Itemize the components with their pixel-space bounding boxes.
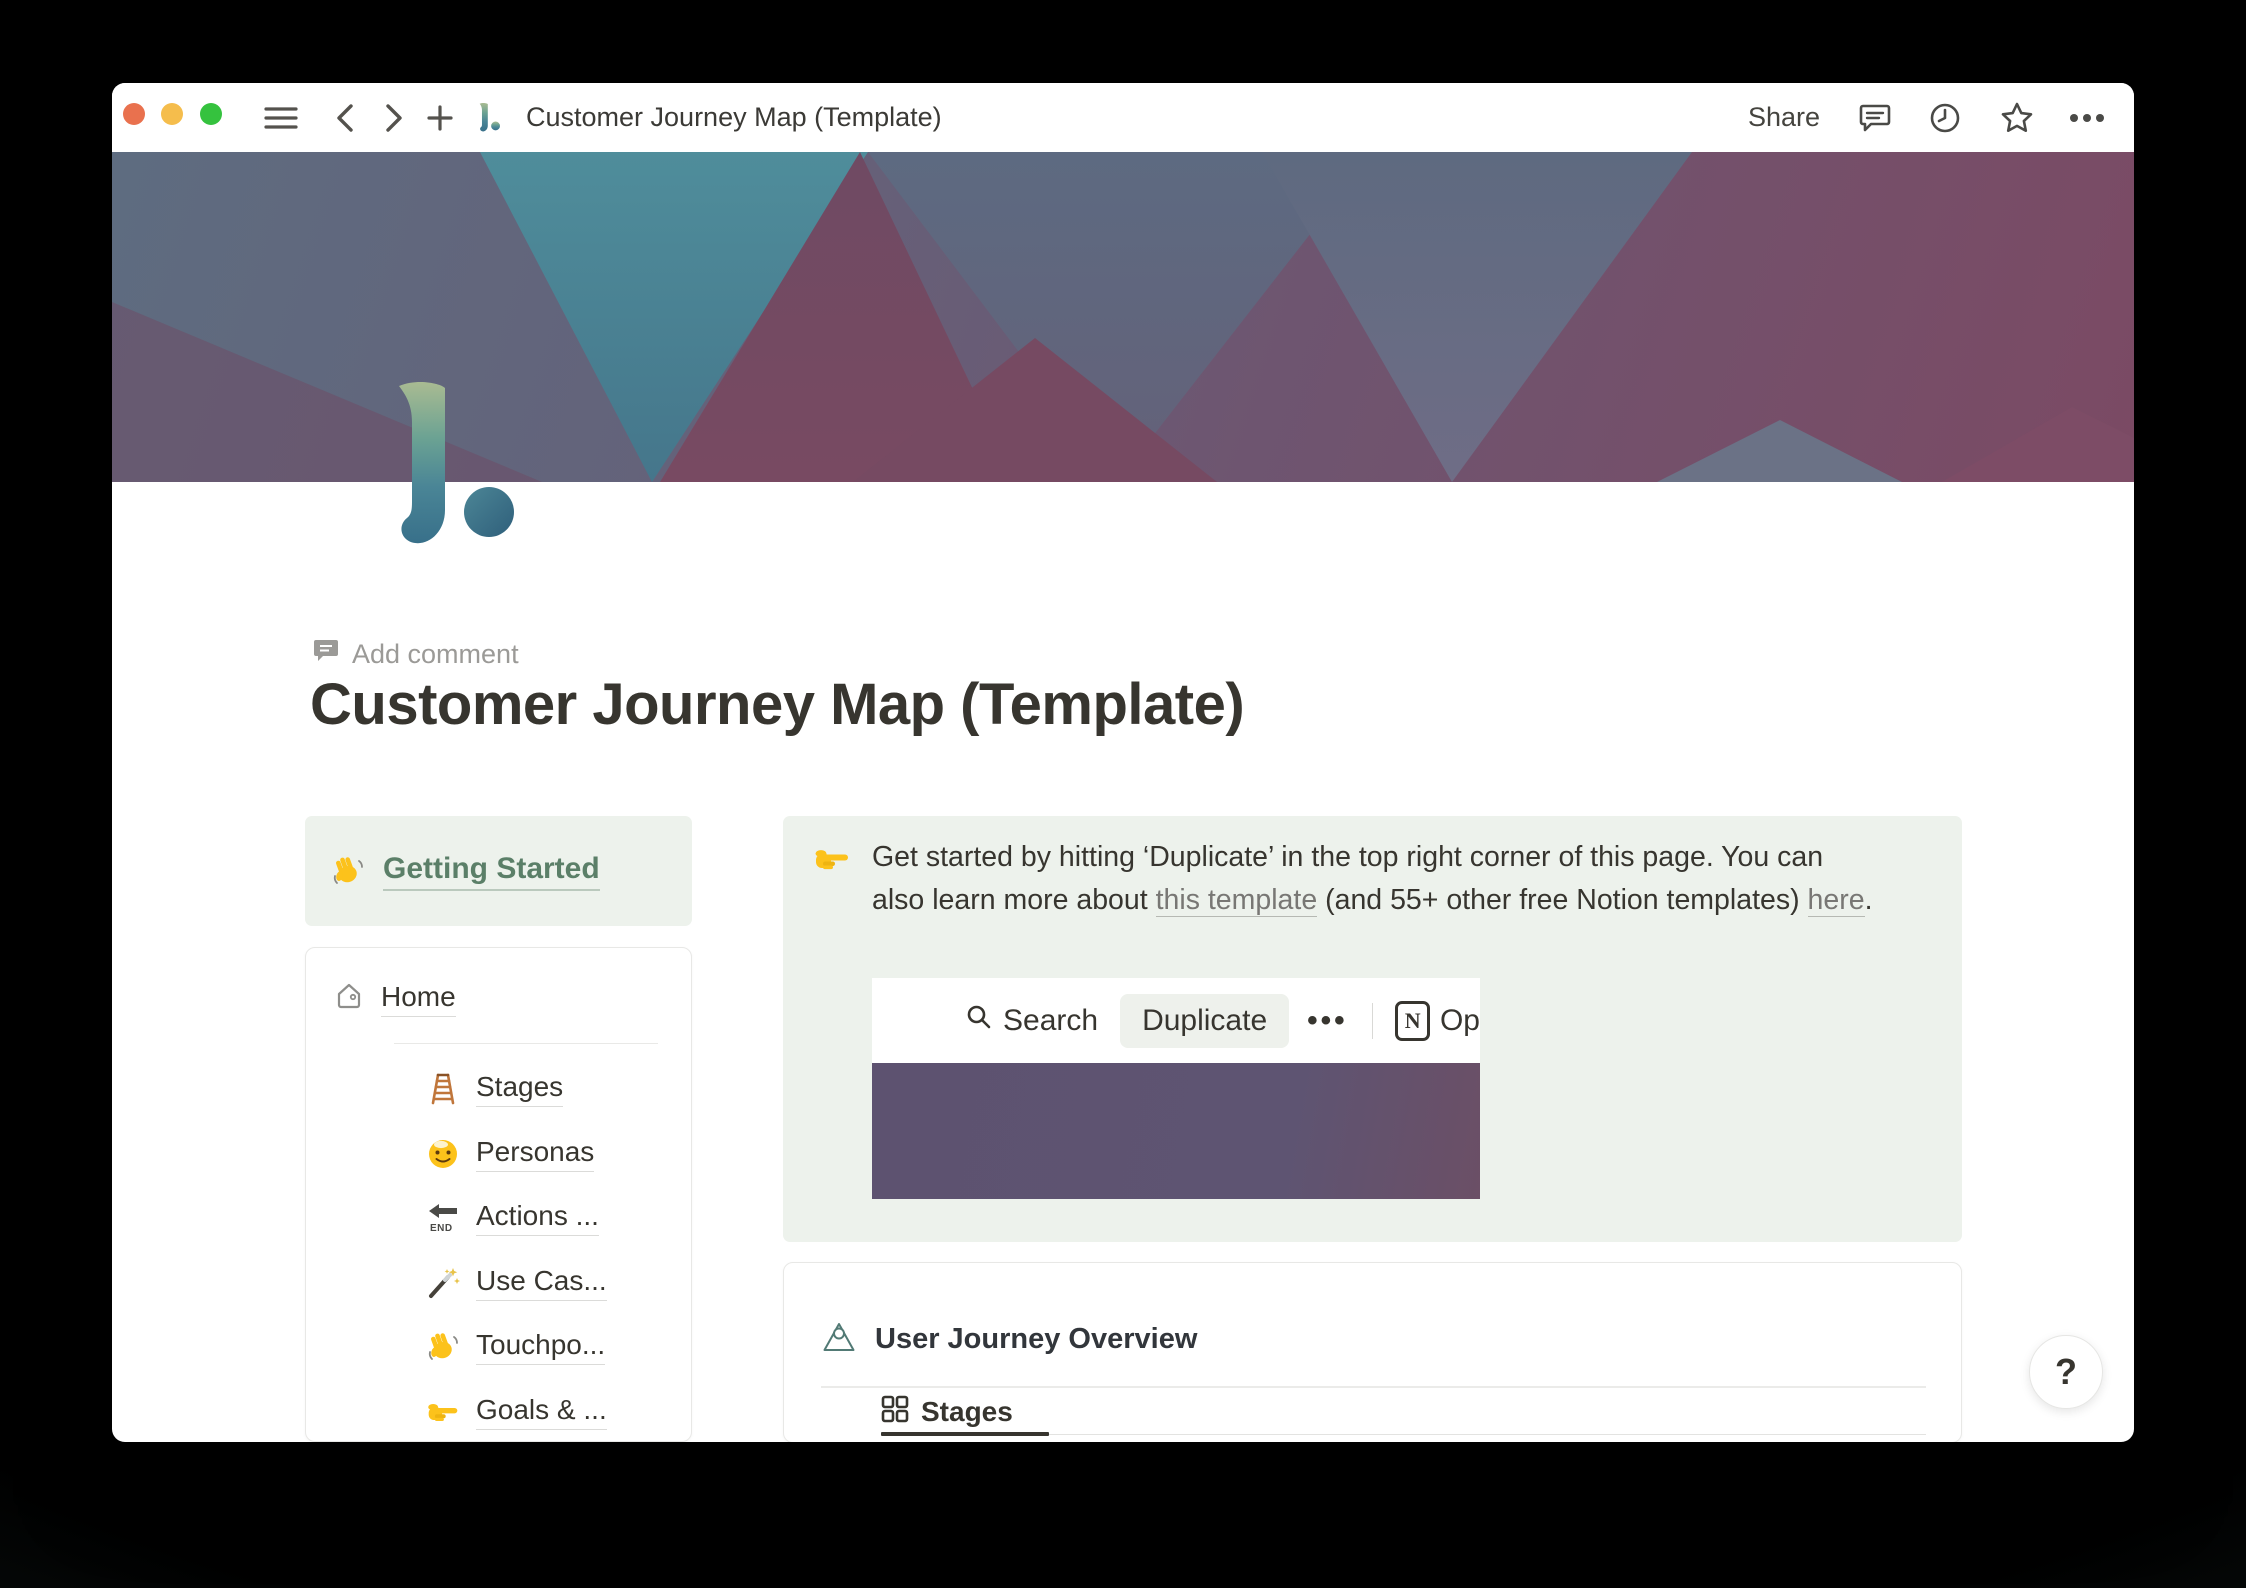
home-icon	[333, 980, 365, 1017]
new-tab-plus-icon[interactable]	[427, 104, 453, 131]
wand-emoji	[426, 1266, 460, 1300]
history-clock-icon[interactable]	[1928, 101, 1962, 135]
callout-text-segment: Get started by hitting ‘Duplicate’ in th…	[872, 841, 1824, 873]
minimize-window-button[interactable]	[161, 103, 183, 125]
screenshot-toolbar: Search Duplicate ••• N Op	[872, 978, 1480, 1063]
point-right-emoji	[426, 1395, 460, 1429]
sidebar-item-link[interactable]: Touchpo...	[476, 1329, 606, 1365]
callout-text-segment: .	[1864, 884, 1873, 916]
tab-stages-label: Stages	[921, 1395, 1013, 1427]
divider	[394, 1043, 658, 1044]
user-journey-overview-card: User Journey Overview Stages	[783, 1262, 1962, 1442]
sidebar-item-link[interactable]: Use Cas...	[476, 1265, 607, 1301]
sidebar-item-link[interactable]: Personas	[476, 1136, 595, 1172]
divider	[821, 1386, 1926, 1388]
page-title[interactable]: Customer Journey Map (Template)	[310, 671, 1245, 738]
getting-started-link[interactable]: Getting Started	[383, 852, 600, 891]
hamburger-menu-icon[interactable]	[263, 103, 299, 133]
page-favicon-logo-icon	[477, 102, 503, 133]
embedded-screenshot[interactable]: Search Duplicate ••• N Op	[872, 978, 1480, 1199]
screenshot-duplicate-button: Duplicate	[1120, 993, 1290, 1048]
duplicate-instructions-callout: Get started by hitting ‘Duplicate’ in th…	[783, 816, 1962, 1242]
forward-icon[interactable]	[383, 102, 405, 134]
sidebar-item[interactable]: Personas	[426, 1134, 595, 1174]
page-icon-logo[interactable]	[385, 382, 530, 557]
callout-link[interactable]: here	[1807, 884, 1865, 917]
add-comment-button[interactable]: Add comment	[312, 637, 519, 672]
close-window-button[interactable]	[123, 103, 145, 125]
comments-icon[interactable]	[1858, 101, 1892, 135]
smiley-emoji	[426, 1137, 460, 1171]
getting-started-callout: Getting Started	[305, 816, 692, 926]
help-button[interactable]: ?	[2029, 1335, 2103, 1409]
titlebar: Customer Journey Map (Template) Share	[112, 83, 2134, 152]
overview-title[interactable]: User Journey Overview	[875, 1323, 1197, 1356]
svg-text:END: END	[430, 1223, 453, 1234]
callout-link[interactable]: this template	[1155, 884, 1318, 917]
sidebar-item[interactable]: END Actions ...	[426, 1198, 599, 1238]
callout-text-segment: also learn more about	[872, 884, 1156, 916]
favorite-star-icon[interactable]	[1999, 100, 2035, 136]
board-grid-icon	[881, 1395, 909, 1428]
screenshot-open-label: Op	[1439, 1003, 1480, 1037]
add-comment-label: Add comment	[352, 639, 519, 669]
wave-emoji	[426, 1330, 460, 1364]
navigation-card: Home Stages Personas END Actions ... Use…	[305, 947, 692, 1442]
comment-bubble-icon	[312, 637, 340, 672]
sidebar-item[interactable]: Touchpo...	[426, 1327, 606, 1367]
notion-logo-icon: N	[1395, 1000, 1430, 1041]
sidebar-item-link[interactable]: Stages	[476, 1071, 564, 1107]
sidebar-item[interactable]: Goals & ...	[426, 1392, 607, 1432]
active-tab-indicator	[881, 1432, 1049, 1436]
window-title: Customer Journey Map (Template)	[526, 102, 942, 132]
screenshot-search-label: Search	[1003, 1003, 1099, 1037]
sidebar-item-home[interactable]: Home	[333, 980, 456, 1017]
sidebar-item-link[interactable]: Goals & ...	[476, 1394, 607, 1430]
more-options-icon[interactable]	[2069, 113, 2105, 123]
screenshot-more-dots: •••	[1307, 1003, 1348, 1037]
search-icon	[965, 1003, 993, 1039]
app-window: Customer Journey Map (Template) Share Ad…	[112, 83, 2134, 1442]
sidebar-item[interactable]: Stages	[426, 1069, 564, 1109]
back-icon[interactable]	[334, 102, 356, 134]
screenshot-search: Search	[965, 1003, 1098, 1039]
sidebar-item-link[interactable]: Actions ...	[476, 1200, 599, 1236]
wave-emoji	[331, 854, 365, 888]
screenshot-cover-band	[872, 1063, 1480, 1199]
share-button[interactable]: Share	[1748, 83, 1820, 152]
end-arrow-emoji: END	[426, 1201, 460, 1235]
divider	[1371, 1002, 1374, 1039]
home-link[interactable]: Home	[381, 981, 456, 1017]
person-triangle-icon	[821, 1319, 857, 1360]
point-right-emoji	[813, 842, 851, 876]
tab-stages[interactable]: Stages	[881, 1395, 1013, 1428]
ladder-emoji	[426, 1072, 460, 1106]
callout-text-segment: (and 55+ other free Notion templates)	[1317, 884, 1808, 916]
callout-text: Get started by hitting ‘Duplicate’ in th…	[872, 836, 1922, 922]
zoom-window-button[interactable]	[200, 103, 222, 125]
sidebar-item[interactable]: Use Cas...	[426, 1263, 607, 1303]
